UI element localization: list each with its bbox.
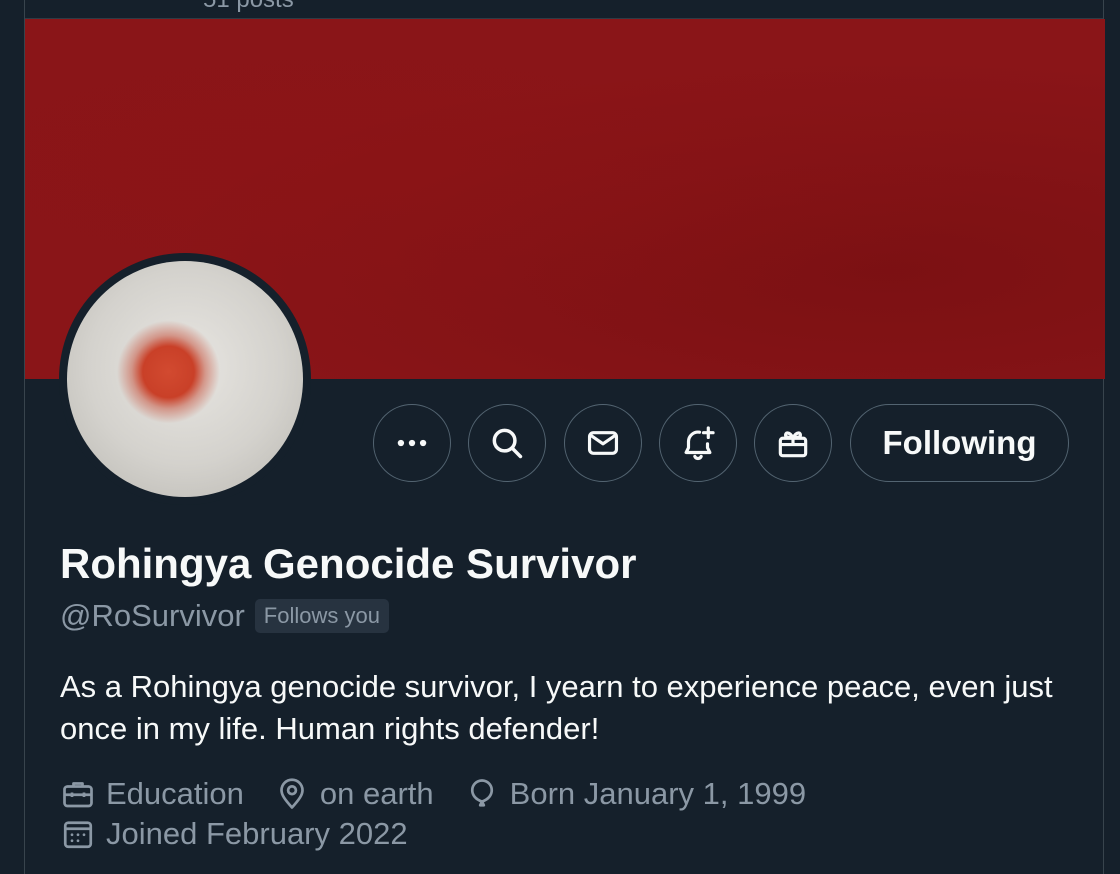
display-name: Rohingya Genocide Survivor: [60, 540, 637, 587]
gift-icon: [778, 431, 808, 458]
more-horizontal-icon: [397, 439, 427, 447]
mail-icon: [587, 431, 619, 455]
meta-category: Education: [60, 776, 244, 812]
calendar-icon: [63, 821, 93, 849]
profile-frame: 51 posts: [24, 0, 1105, 874]
meta-location: on earth: [274, 776, 434, 812]
meta-birthday-label: Born January 1, 1999: [509, 776, 807, 811]
meta-location-label: on earth: [319, 776, 434, 811]
meta-joined-label: Joined February 2022: [106, 816, 408, 851]
meta-category-label: Education: [106, 776, 244, 811]
location-pin-icon: [280, 778, 304, 809]
user-handle: @RoSurvivor: [60, 598, 245, 633]
more-button[interactable]: [373, 404, 451, 482]
profile-bio: As a Rohingya genocide survivor, I yearn…: [60, 669, 1053, 746]
profile-meta-row: Education on earth Born January 1, 1999: [60, 776, 836, 812]
search-button[interactable]: [468, 404, 546, 482]
message-button[interactable]: [564, 404, 642, 482]
profile-joined-row: Joined February 2022: [60, 816, 438, 852]
briefcase-icon: [63, 782, 93, 808]
handle-row: @RoSurvivor Follows you: [60, 598, 389, 634]
follows-you-badge: Follows you: [254, 599, 389, 633]
meta-birthday: Born January 1, 1999: [464, 776, 806, 812]
balloon-icon: [470, 779, 493, 807]
meta-joined: Joined February 2022: [60, 816, 408, 852]
avatar[interactable]: [67, 261, 303, 497]
gift-button[interactable]: [754, 404, 832, 482]
following-button[interactable]: Following: [850, 404, 1069, 482]
search-icon: [492, 428, 523, 459]
notify-button[interactable]: [659, 404, 737, 482]
post-count: 51 posts: [203, 0, 294, 14]
bell-plus-icon: [684, 426, 715, 461]
